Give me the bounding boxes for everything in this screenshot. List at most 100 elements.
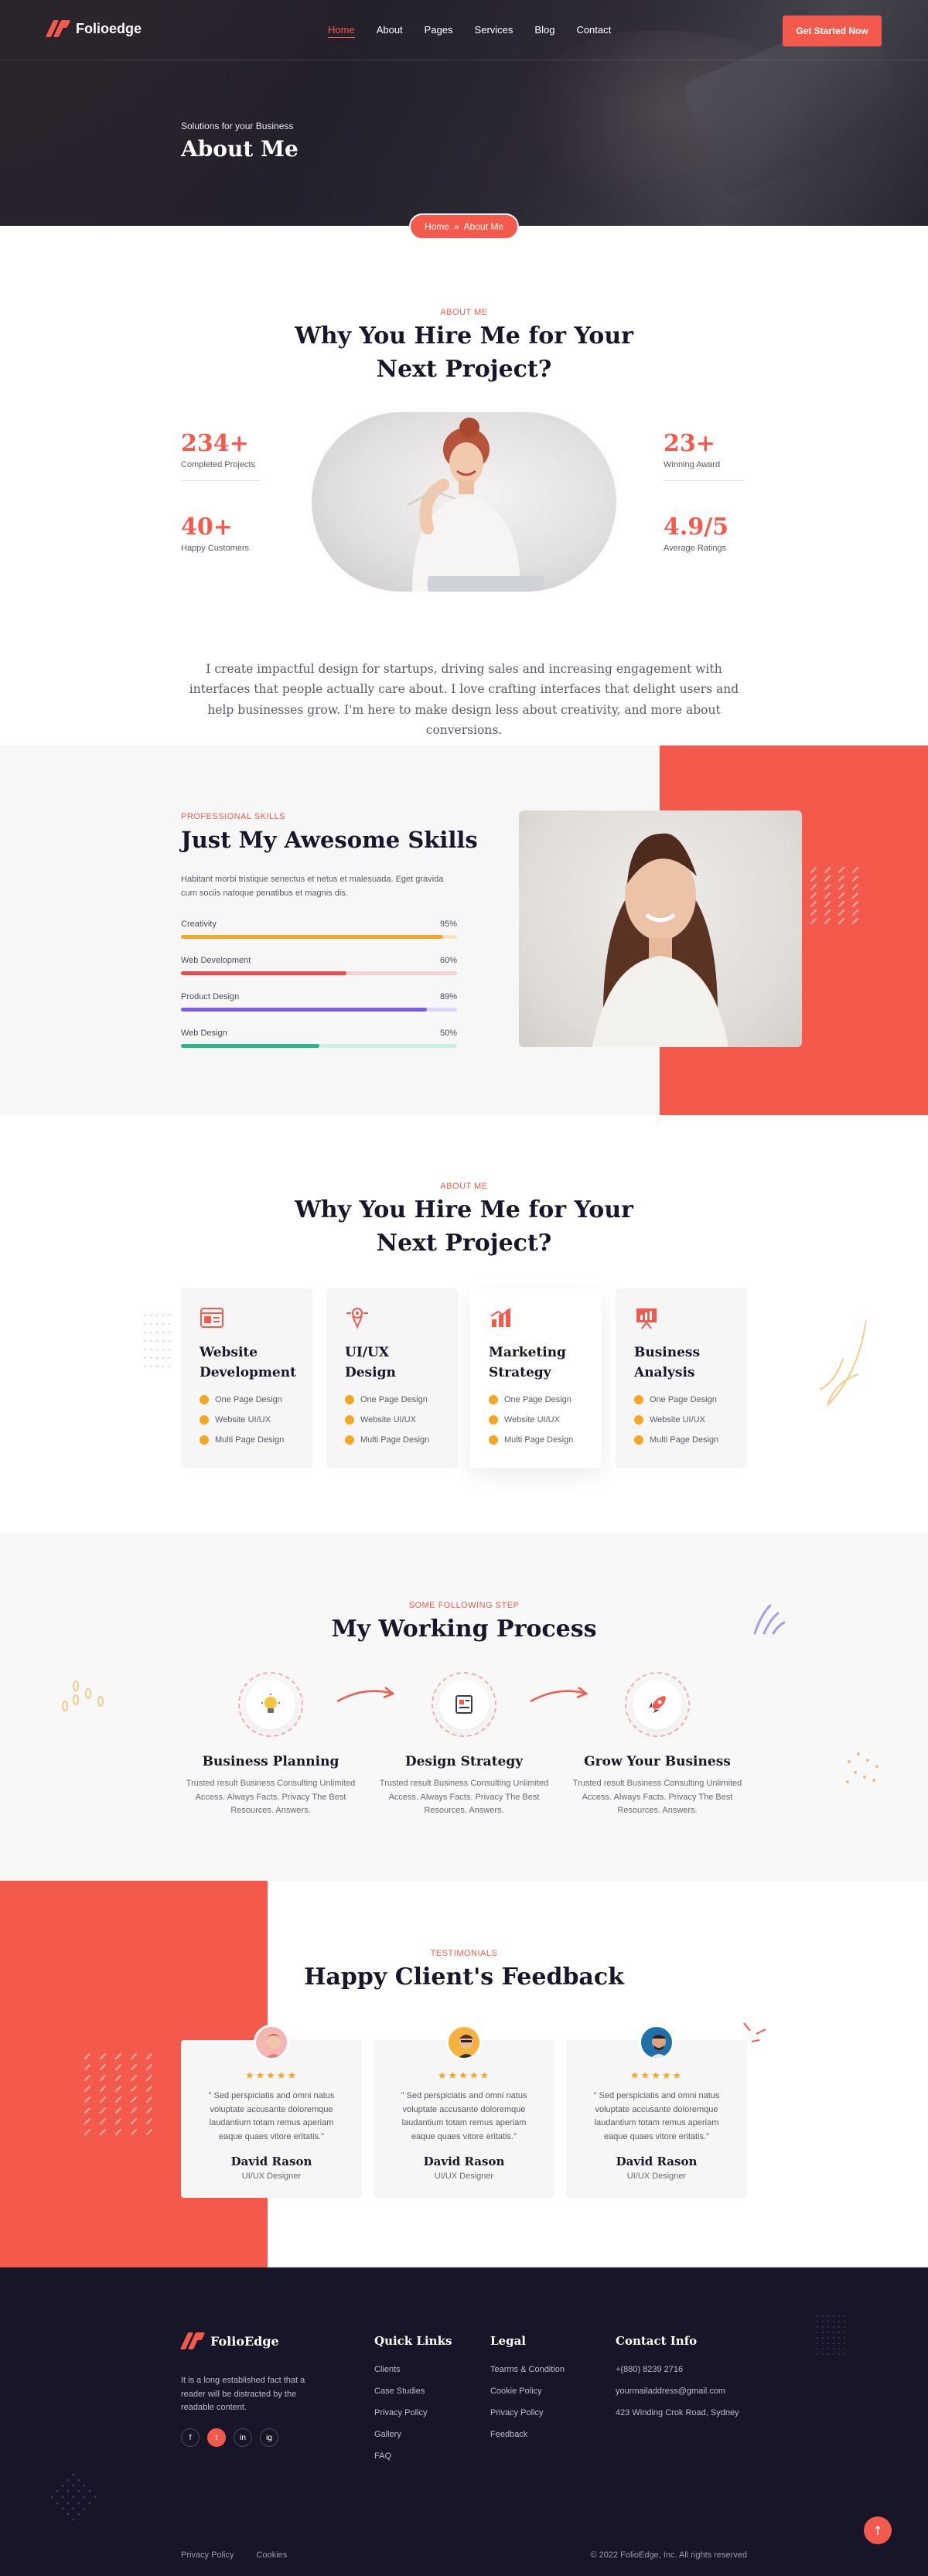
check-dot-icon — [634, 1395, 643, 1404]
avatar — [446, 2025, 482, 2060]
testimonial-card: ★★★★★ " Sed perspiciatis and omni natus … — [374, 2025, 554, 2198]
footer-link[interactable]: Privacy Policy — [374, 2408, 452, 2417]
social-links: f t in ig — [181, 2428, 278, 2447]
lightbulb-icon — [261, 1694, 280, 1713]
stat-happy-customers: 40+ Happy Customers — [181, 513, 261, 564]
service-feature: Website UI/UX — [345, 1415, 439, 1424]
skill-percent: 50% — [439, 1029, 457, 1038]
nav-pages[interactable]: Pages — [425, 24, 453, 38]
breadcrumb: Home » About Me — [409, 213, 519, 240]
service-feature: Multi Page Design — [634, 1435, 728, 1445]
stat-winning-award: 23+ Winning Award — [664, 430, 744, 481]
nav-services[interactable]: Services — [475, 24, 513, 38]
check-dot-icon — [489, 1435, 498, 1445]
footer-link[interactable]: Tearms & Condition — [490, 2365, 565, 2374]
footer-bottom-link[interactable]: Privacy Policy — [181, 2550, 234, 2560]
skill-fill — [181, 971, 347, 975]
presentation-icon — [636, 1308, 657, 1329]
stat-value: 234+ — [181, 430, 249, 457]
check-dot-icon — [634, 1435, 643, 1445]
service-feature-list: One Page Design Website UI/UX Multi Page… — [489, 1395, 583, 1445]
footer-contact-info: Contact Info +(880) 8239 2716 yourmailad… — [616, 2334, 739, 2430]
testimonial-name: David Rason — [616, 2155, 698, 2169]
service-feature: Multi Page Design — [489, 1435, 583, 1445]
skill-track — [181, 1008, 457, 1012]
about-heading-line1: Why You Hire Me for Your — [295, 322, 633, 350]
check-dot-icon — [200, 1395, 209, 1404]
nav-contact[interactable]: Contact — [576, 24, 611, 38]
services-eyebrow: ABOUT ME — [440, 1182, 488, 1191]
footer-bottom-link[interactable]: Cookies — [257, 2550, 288, 2560]
site-logo[interactable]: Folioedge — [45, 20, 142, 37]
twitter-icon[interactable]: t — [207, 2428, 226, 2447]
skills-eyebrow: PROFESSIONAL SKILLS — [181, 812, 286, 821]
decorative-leaf-doodle — [819, 1319, 867, 1406]
footer-link[interactable]: Privacy Policy — [490, 2408, 565, 2417]
service-card-business-analysis[interactable]: Business Analysis One Page Design Website… — [616, 1288, 747, 1468]
skill-name: Web Development — [181, 956, 251, 965]
service-card-ui-ux-design[interactable]: UI/UX Design One Page Design Website UI/U… — [326, 1288, 458, 1468]
service-card-website-development[interactable]: Website Development One Page Design Websi… — [181, 1288, 312, 1468]
testimonial-quote: " Sed perspiciatis and omni natus volupt… — [401, 2091, 527, 2141]
breadcrumb-home[interactable]: Home — [425, 221, 449, 232]
about-heading: Why You Hire Me for Your Next Project? — [0, 320, 928, 386]
footer-logo[interactable]: FolioEdge — [179, 2332, 279, 2349]
logo-mark-icon — [179, 2332, 206, 2349]
decorative-stroke-doodle — [753, 1604, 786, 1635]
footer-link[interactable]: Gallery — [374, 2430, 452, 2439]
rating-stars: ★★★★★ — [629, 2069, 684, 2081]
skill-web-development: Web Development 60% — [181, 956, 457, 975]
get-started-button[interactable]: Get Started Now — [783, 15, 882, 46]
footer-link[interactable]: Clients — [374, 2365, 452, 2374]
facebook-icon[interactable]: f — [181, 2428, 200, 2447]
footer-link[interactable]: Cookie Policy — [490, 2387, 565, 2396]
main-menu: Home About Pages Services Blog Contact — [328, 24, 611, 38]
stat-average-ratings: 4.9/5 Average Ratings — [664, 513, 744, 564]
page-title: About Me — [181, 136, 299, 162]
testimonial-role: UI/UX Designer — [241, 2172, 302, 2182]
blueprint-icon — [455, 1695, 473, 1714]
services-heading-line2: Next Project? — [376, 1229, 552, 1257]
skills-portrait-photo — [519, 810, 802, 1047]
service-feature: Website UI/UX — [634, 1415, 728, 1424]
footer-link[interactable]: FAQ — [374, 2451, 452, 2461]
service-card-marketing-strategy[interactable]: Marketing Strategy One Page Design Websit… — [470, 1288, 602, 1468]
contact-email[interactable]: yourmailaddress@gmail.com — [616, 2387, 739, 2396]
service-title: Marketing Strategy — [489, 1345, 566, 1380]
instagram-icon[interactable]: ig — [260, 2428, 278, 2447]
service-feature-list: One Page Design Website UI/UX Multi Page… — [200, 1395, 294, 1445]
rating-stars: ★★★★★ — [244, 2069, 299, 2081]
copyright-text: © 2022 FolioEdge, Inc. All rights reserv… — [590, 2550, 747, 2560]
skill-track — [181, 971, 457, 975]
testimonial-quote: " Sed perspiciatis and omni natus volupt… — [208, 2091, 335, 2141]
logo-mark-icon — [45, 20, 71, 37]
avatar — [639, 2025, 674, 2060]
avatar — [254, 2025, 289, 2060]
skills-section: PROFESSIONAL SKILLS Just My Awesome Skil… — [0, 746, 928, 1115]
about-eyebrow: ABOUT ME — [440, 308, 488, 317]
decorative-dot-pattern — [817, 2315, 845, 2355]
rocket-icon — [649, 1696, 666, 1713]
hero-subtitle: Solutions for your Business — [181, 121, 294, 131]
scroll-to-top-button[interactable]: ↑ — [864, 2516, 892, 2544]
service-feature: Multi Page Design — [200, 1435, 294, 1445]
process-step-title: Design Strategy — [404, 1754, 524, 1769]
linkedin-icon[interactable]: in — [234, 2428, 252, 2447]
nav-home[interactable]: Home — [328, 24, 355, 38]
service-feature: One Page Design — [634, 1395, 728, 1404]
skill-product-design: Product Design 89% — [181, 992, 457, 1012]
about-section: ABOUT ME Why You Hire Me for Your Next P… — [0, 226, 928, 746]
contact-phone[interactable]: +(880) 8239 2716 — [616, 2365, 739, 2374]
process-step-text: Trusted result Business Consulting Unlim… — [186, 1779, 356, 1816]
nav-blog[interactable]: Blog — [534, 24, 554, 38]
process-step-title: Grow Your Business — [584, 1754, 731, 1769]
service-feature: Multi Page Design — [345, 1435, 439, 1445]
skill-name: Web Design — [181, 1029, 227, 1038]
site-footer: FolioEdge It is a long established fact … — [0, 2267, 928, 2576]
testimonial-name: David Rason — [230, 2155, 312, 2169]
footer-link[interactable]: Case Studies — [374, 2387, 452, 2396]
footer-link[interactable]: Feedback — [490, 2430, 565, 2439]
nav-about[interactable]: About — [377, 24, 403, 38]
skill-percent: 95% — [439, 920, 457, 929]
breadcrumb-separator: » — [453, 221, 459, 232]
